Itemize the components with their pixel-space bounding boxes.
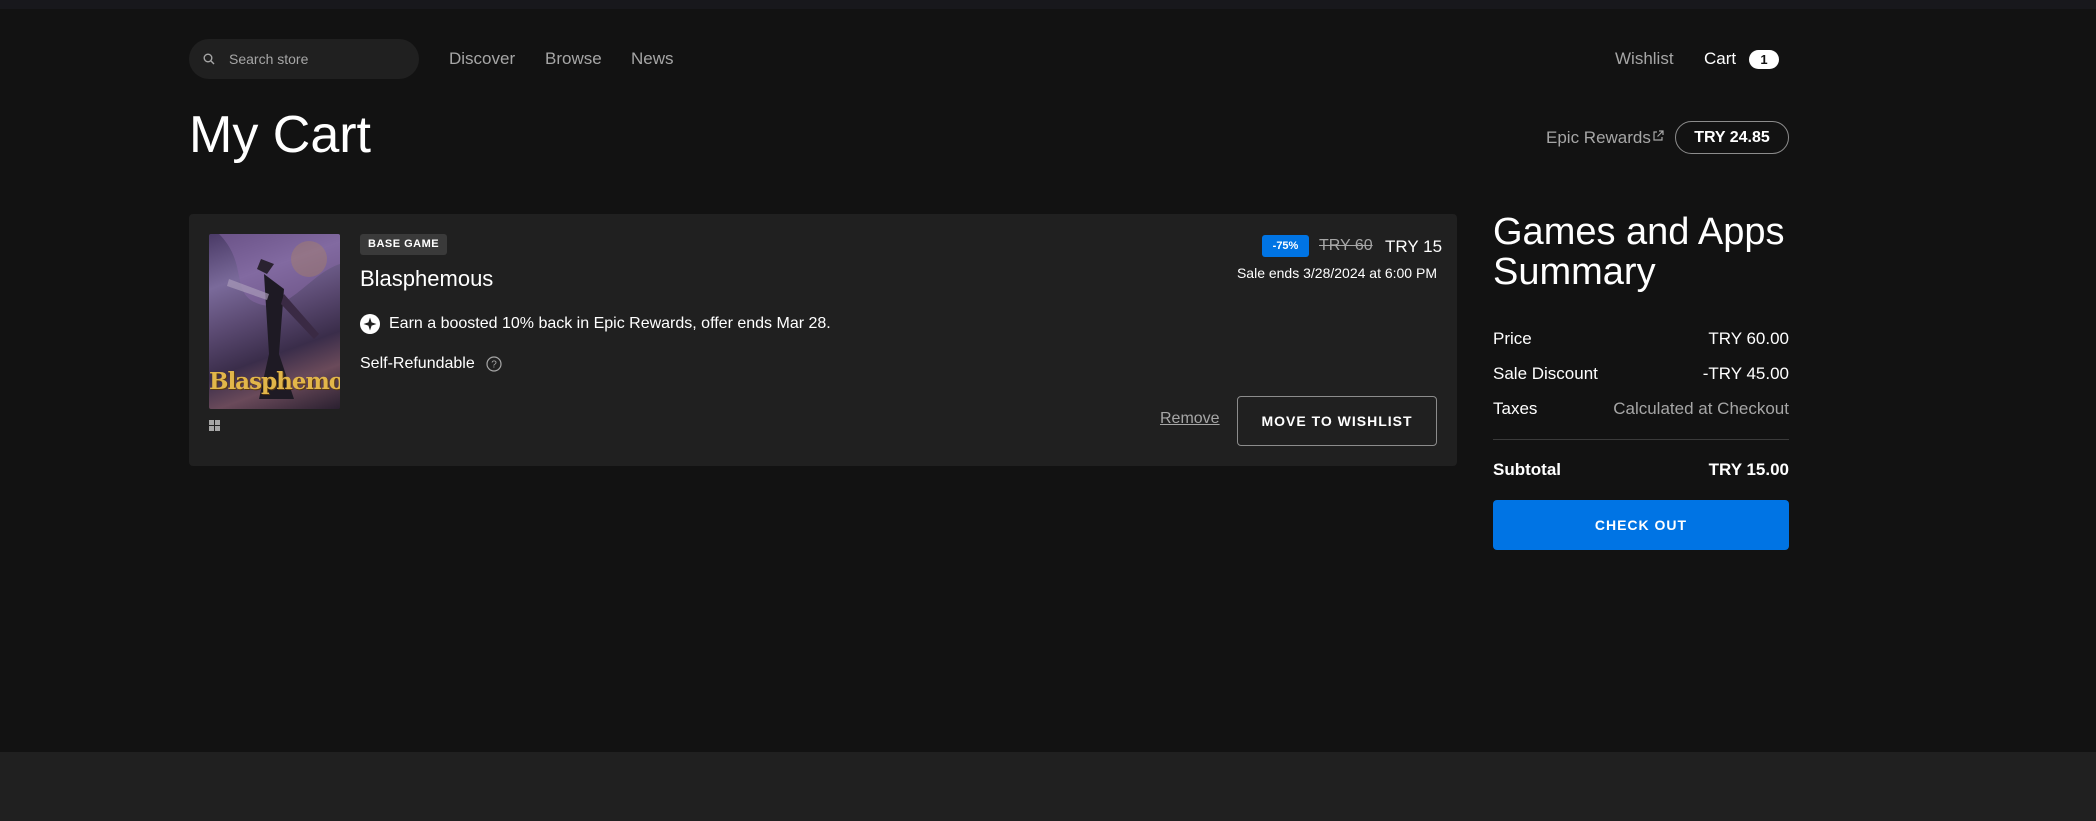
cart-count-badge: 1 — [1749, 50, 1779, 69]
search-icon — [203, 53, 215, 65]
rewards-offer-text: Earn a boosted 10% back in Epic Rewards,… — [389, 315, 831, 332]
game-cover-image[interactable]: Blasphemous — [209, 234, 340, 409]
sale-price: TRY 15 — [1385, 237, 1443, 256]
game-title[interactable]: Blasphemous — [360, 266, 493, 292]
remove-button[interactable]: Remove — [1160, 410, 1220, 428]
nav-wishlist[interactable]: Wishlist — [1615, 49, 1674, 69]
nav-news[interactable]: News — [631, 49, 674, 69]
summary-taxes-value: Calculated at Checkout — [1613, 399, 1789, 418]
svg-text:?: ? — [491, 360, 497, 371]
self-refundable-label: Self-Refundable — [360, 355, 475, 372]
original-price: TRY 60 — [1319, 237, 1373, 254]
rewards-balance[interactable]: TRY 24.85 — [1675, 121, 1789, 154]
epic-rewards-link[interactable]: Epic Rewards — [1546, 128, 1651, 148]
subtotal-value: TRY 15.00 — [1708, 460, 1789, 479]
sale-ends-text: Sale ends 3/28/2024 at 6:00 PM — [1236, 265, 1437, 281]
external-link-icon — [1653, 130, 1664, 141]
nav-browse[interactable]: Browse — [545, 49, 602, 69]
page-title: My Cart — [189, 106, 371, 164]
base-game-badge: BASE GAME — [360, 234, 448, 255]
summary-price-row: Price TRY 60.00 — [1493, 329, 1789, 349]
summary-title: Games and Apps Summary — [1493, 211, 1785, 293]
summary-price-label: Price — [1493, 329, 1532, 348]
summary-discount-row: Sale Discount -TRY 45.00 — [1493, 364, 1789, 384]
summary-discount-label: Sale Discount — [1493, 364, 1598, 383]
nav-discover[interactable]: Discover — [449, 49, 515, 69]
summary-subtotal-row: Subtotal TRY 15.00 — [1493, 460, 1789, 480]
summary-divider — [1493, 439, 1789, 440]
summary-price-value: TRY 60.00 — [1708, 329, 1789, 348]
discount-badge: -75% — [1262, 235, 1309, 257]
epic-rewards-icon — [360, 314, 380, 334]
search-input[interactable] — [229, 39, 409, 79]
summary-taxes-label: Taxes — [1493, 399, 1538, 418]
help-icon[interactable]: ? — [486, 356, 502, 372]
footer-bar — [0, 752, 2096, 821]
nav-cart[interactable]: Cart — [1704, 49, 1736, 69]
summary-taxes-row: Taxes Calculated at Checkout — [1493, 399, 1789, 419]
search-box[interactable] — [189, 39, 419, 79]
move-to-wishlist-button[interactable]: MOVE TO WISHLIST — [1237, 396, 1437, 446]
refund-info: Self-Refundable ? — [360, 355, 502, 373]
cart-item-card: Blasphemous BASE GAME Blasphemous Earn a… — [189, 214, 1457, 466]
cover-logo: Blasphemous — [209, 368, 340, 395]
checkout-button[interactable]: CHECK OUT — [1493, 500, 1789, 550]
subtotal-label: Subtotal — [1493, 460, 1561, 479]
rewards-offer: Earn a boosted 10% back in Epic Rewards,… — [360, 314, 831, 334]
summary-discount-value: -TRY 45.00 — [1702, 364, 1789, 383]
windows-icon — [209, 420, 220, 431]
top-bar — [0, 0, 2096, 9]
